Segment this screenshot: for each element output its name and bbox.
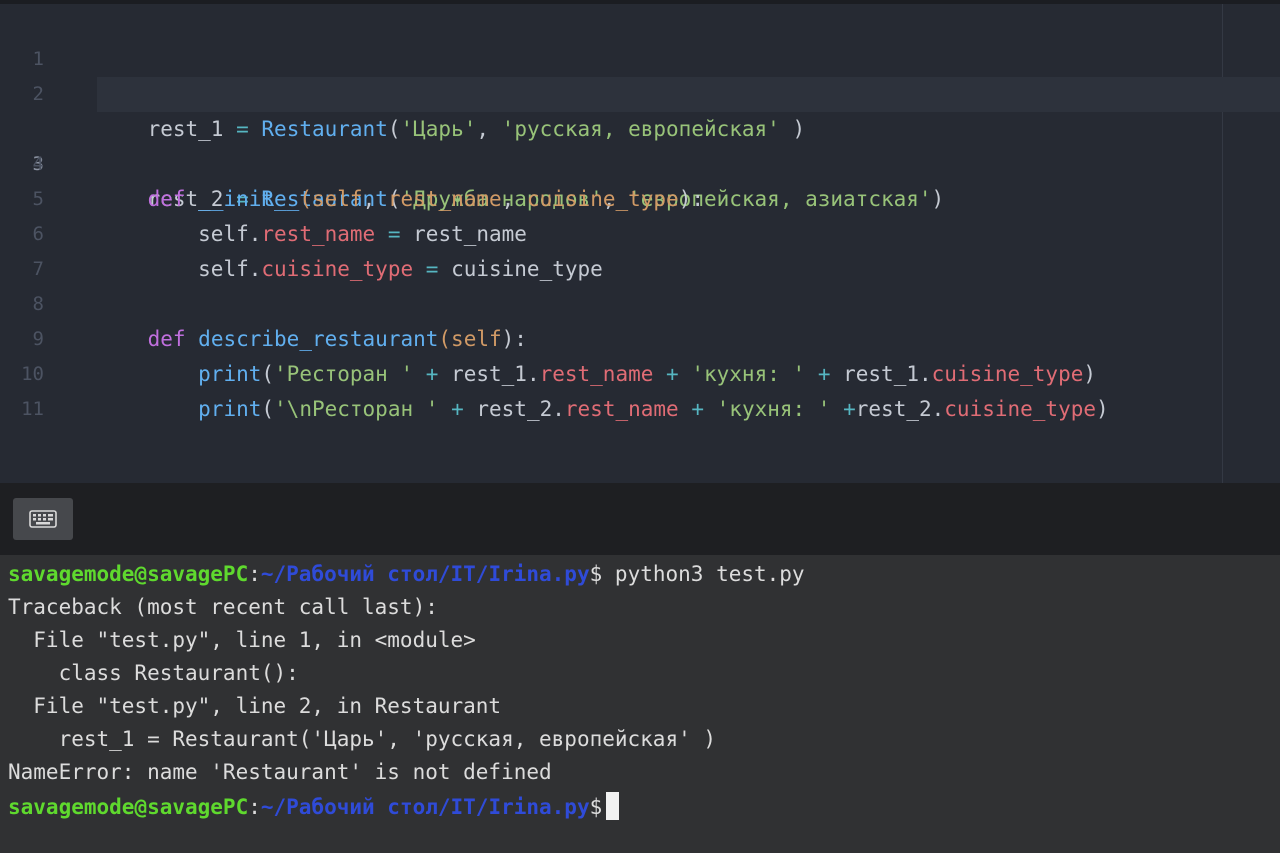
panel-toolbar <box>0 483 1280 555</box>
code-line-1[interactable]: 1 class Restaurant(): <box>0 7 1280 106</box>
prompt-path: ~/Рабочий стол/IT/Irina.py <box>260 562 590 586</box>
code-line-7[interactable]: 7 <box>0 217 1280 280</box>
terminal-output-line: Traceback (most recent call last): <box>8 595 438 619</box>
terminal-cursor <box>606 792 620 820</box>
terminal-command: python3 test.py <box>614 562 805 586</box>
prompt-user: savagemode@savagePC <box>8 795 249 819</box>
code-line-2[interactable]: 2 rest_1 = Restaurant('Царь', 'русская, … <box>0 42 1280 141</box>
terminal-prompt-line: savagemode@savagePC:~/Рабочий стол/IT/Ir… <box>8 562 805 586</box>
terminal-output-line: File "test.py", line 1, in <module> <box>8 628 476 652</box>
prompt-path: ~/Рабочий стол/IT/Irina.py <box>260 795 590 819</box>
code-line-11[interactable]: 11 <box>0 357 1280 420</box>
terminal-output-line: rest_1 = Restaurant('Царь', 'русская, ев… <box>8 727 717 751</box>
terminal-output-line: NameError: name 'Restaurant' is not defi… <box>8 760 552 784</box>
code-line-8[interactable]: 8 def describe_restaurant(self): <box>0 252 1280 351</box>
active-line-highlight <box>97 77 1280 112</box>
code-line-4[interactable]: 4 def __init__(self, rest_name, cuisine_… <box>0 112 1280 211</box>
app-window: 1 class Restaurant(): 2 rest_1 = Restaur… <box>0 0 1280 853</box>
code-line-3[interactable]: 3 rest_2 = Restaurant('Дружба народов', … <box>0 77 1280 211</box>
line-number: 11 <box>21 398 44 420</box>
code-line-5[interactable]: 5 self.rest_name = rest_name <box>0 147 1280 246</box>
code-line-6[interactable]: 6 self.cuisine_type = cuisine_type <box>0 182 1280 281</box>
terminal-input-line[interactable]: savagemode@savagePC:~/Рабочий стол/IT/Ir… <box>8 791 620 824</box>
code-line-10[interactable]: 10 print('\nРесторан ' + rest_2.rest_nam… <box>0 322 1280 421</box>
keyboard-toggle-button[interactable] <box>13 498 73 540</box>
code-line-9[interactable]: 9 print('Ресторан ' + rest_1.rest_name +… <box>0 287 1280 386</box>
code-text: print('\nРесторан ' + rest_2.rest_name +… <box>198 397 1109 421</box>
terminal-output-line: File "test.py", line 2, in Restaurant <box>8 694 502 718</box>
terminal-panel[interactable]: savagemode@savagePC:~/Рабочий стол/IT/Ir… <box>0 555 1280 853</box>
code-editor[interactable]: 1 class Restaurant(): 2 rest_1 = Restaur… <box>0 0 1280 483</box>
terminal-output-line: class Restaurant(): <box>8 661 299 685</box>
prompt-user: savagemode@savagePC <box>8 562 249 586</box>
keyboard-icon <box>29 510 57 528</box>
